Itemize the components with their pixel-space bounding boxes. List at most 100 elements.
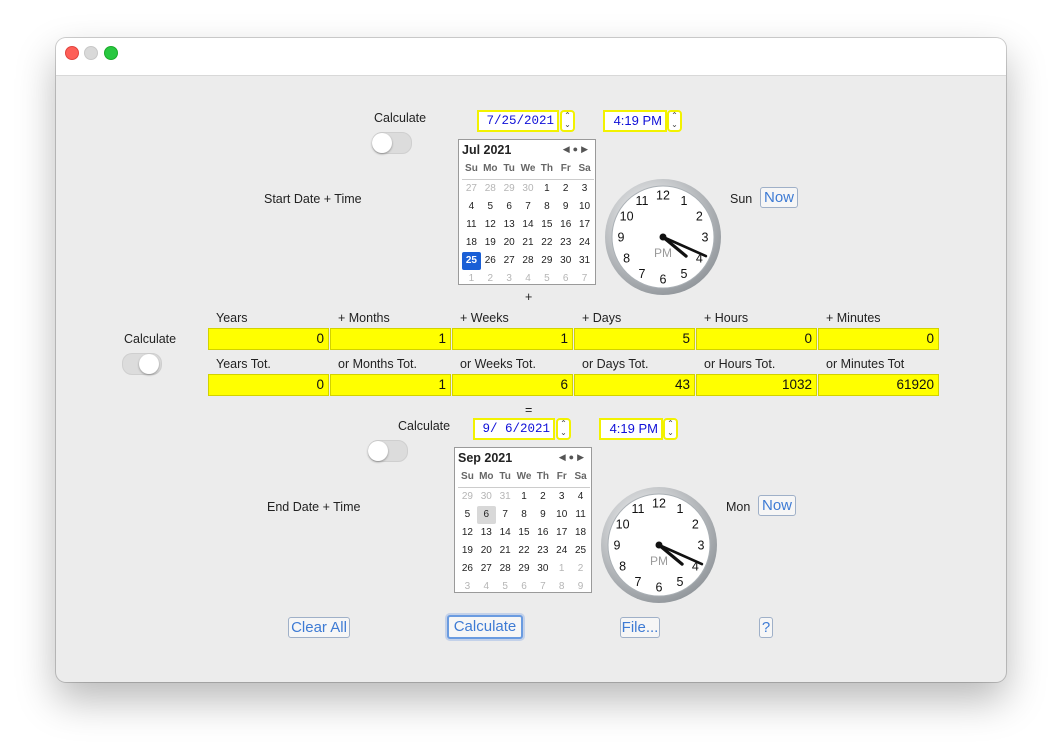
calendar-day[interactable]: 30 xyxy=(533,560,552,578)
start-now-button[interactable]: Now xyxy=(760,187,798,208)
calendar-day[interactable]: 25 xyxy=(571,542,590,560)
calendar-day[interactable]: 19 xyxy=(481,234,500,252)
end-calendar[interactable]: Sep 2021 ◀●▶ Su Mo Tu We Th Fr Sa 29 30 31 1 2 3 4 5 6… xyxy=(454,447,592,593)
calendar-day[interactable]: 1 xyxy=(537,180,556,198)
calendar-day[interactable]: 11 xyxy=(571,506,590,524)
middle-calculate-toggle[interactable] xyxy=(122,353,162,375)
end-time-field[interactable]: 4:19 PM xyxy=(599,418,663,440)
calendar-day[interactable]: 2 xyxy=(481,270,500,288)
calendar-day[interactable]: 29 xyxy=(537,252,556,270)
calendar-day[interactable]: 5 xyxy=(481,198,500,216)
duration-field[interactable]: 1 xyxy=(452,328,573,350)
total-field[interactable]: 1 xyxy=(330,374,451,396)
calendar-day[interactable]: 26 xyxy=(481,252,500,270)
total-field[interactable]: 61920 xyxy=(818,374,939,396)
minimize-window-button[interactable] xyxy=(84,46,98,60)
calendar-day[interactable]: 22 xyxy=(537,234,556,252)
calendar-day[interactable]: 31 xyxy=(496,488,515,506)
file-button[interactable]: File... xyxy=(620,617,660,638)
calendar-day[interactable]: 20 xyxy=(477,542,496,560)
calendar-day[interactable]: 28 xyxy=(496,560,515,578)
clear-all-button[interactable]: Clear All xyxy=(288,617,350,638)
calendar-day[interactable]: 5 xyxy=(458,506,477,524)
duration-field[interactable]: 0 xyxy=(208,328,329,350)
help-button[interactable]: ? xyxy=(759,617,773,638)
calendar-day[interactable]: 3 xyxy=(575,180,594,198)
calendar-day[interactable]: 3 xyxy=(500,270,519,288)
calendar-day[interactable]: 7 xyxy=(519,198,538,216)
calendar-day[interactable]: 28 xyxy=(481,180,500,198)
calendar-day[interactable]: 13 xyxy=(477,524,496,542)
calendar-day[interactable]: 27 xyxy=(477,560,496,578)
calculate-button[interactable]: Calculate xyxy=(447,615,523,639)
calendar-day[interactable]: 18 xyxy=(462,234,481,252)
calendar-day[interactable]: 1 xyxy=(515,488,534,506)
calendar-day[interactable]: 7 xyxy=(575,270,594,288)
start-time-field[interactable]: 4:19 PM xyxy=(603,110,667,132)
calendar-day[interactable]: 6 xyxy=(515,578,534,596)
calendar-day[interactable]: 15 xyxy=(515,524,534,542)
calendar-day[interactable]: 30 xyxy=(556,252,575,270)
calendar-day[interactable]: 15 xyxy=(537,216,556,234)
duration-field[interactable]: 5 xyxy=(574,328,695,350)
calendar-day[interactable]: 27 xyxy=(462,180,481,198)
duration-field[interactable]: 0 xyxy=(696,328,817,350)
calendar-day[interactable]: 29 xyxy=(500,180,519,198)
calendar-day[interactable]: 30 xyxy=(519,180,538,198)
end-calculate-toggle[interactable] xyxy=(368,440,408,462)
start-calculate-toggle[interactable] xyxy=(372,132,412,154)
calendar-day[interactable]: 1 xyxy=(552,560,571,578)
calendar-day[interactable]: 31 xyxy=(575,252,594,270)
end-now-button[interactable]: Now xyxy=(758,495,796,516)
start-calendar-nav[interactable]: ◀●▶ xyxy=(563,144,591,155)
end-time-stepper[interactable]: ⌃ ⌄ xyxy=(663,418,678,440)
calendar-day[interactable]: 3 xyxy=(552,488,571,506)
calendar-day[interactable]: 17 xyxy=(575,216,594,234)
calendar-day[interactable]: 9 xyxy=(556,198,575,216)
calendar-day[interactable]: 29 xyxy=(515,560,534,578)
calendar-day[interactable]: 11 xyxy=(462,216,481,234)
calendar-day[interactable]: 4 xyxy=(519,270,538,288)
calendar-day[interactable]: 6 xyxy=(500,198,519,216)
calendar-day[interactable]: 6 xyxy=(556,270,575,288)
calendar-day[interactable]: 24 xyxy=(552,542,571,560)
total-field[interactable]: 43 xyxy=(574,374,695,396)
calendar-day[interactable]: 4 xyxy=(571,488,590,506)
calendar-day[interactable]: 14 xyxy=(519,216,538,234)
calendar-day[interactable]: 12 xyxy=(481,216,500,234)
calendar-day[interactable]: 13 xyxy=(500,216,519,234)
end-date-field[interactable]: 9/ 6/2021 xyxy=(473,418,555,440)
calendar-day[interactable]: 23 xyxy=(533,542,552,560)
end-date-stepper[interactable]: ⌃ ⌄ xyxy=(556,418,571,440)
calendar-day[interactable]: 2 xyxy=(556,180,575,198)
calendar-day[interactable]: 17 xyxy=(552,524,571,542)
start-calendar[interactable]: Jul 2021 ◀●▶ Su Mo Tu We Th Fr Sa 27 28 29 30 1 2 3 4… xyxy=(458,139,596,285)
calendar-day[interactable]: 20 xyxy=(500,234,519,252)
start-time-stepper[interactable]: ⌃ ⌄ xyxy=(667,110,682,132)
calendar-day[interactable]: 19 xyxy=(458,542,477,560)
calendar-day[interactable]: 3 xyxy=(458,578,477,596)
start-calendar-days[interactable]: 27 28 29 30 1 2 3 4 5 6 7 8 9 10 11 12 13 14 15 16 17 18 19 20 2… xyxy=(462,180,594,288)
calendar-day[interactable]: 10 xyxy=(575,198,594,216)
calendar-day[interactable]: 21 xyxy=(496,542,515,560)
calendar-day[interactable]: 4 xyxy=(477,578,496,596)
calendar-day[interactable]: 2 xyxy=(571,560,590,578)
calendar-day[interactable]: 22 xyxy=(515,542,534,560)
calendar-day[interactable]: 8 xyxy=(552,578,571,596)
calendar-day[interactable]: 9 xyxy=(533,506,552,524)
calendar-day[interactable]: 7 xyxy=(496,506,515,524)
duration-field[interactable]: 1 xyxy=(330,328,451,350)
calendar-day[interactable]: 16 xyxy=(556,216,575,234)
calendar-day[interactable]: 27 xyxy=(500,252,519,270)
total-field[interactable]: 1032 xyxy=(696,374,817,396)
calendar-day[interactable]: 14 xyxy=(496,524,515,542)
calendar-day[interactable]: 5 xyxy=(537,270,556,288)
start-date-stepper[interactable]: ⌃ ⌄ xyxy=(560,110,575,132)
zoom-window-button[interactable] xyxy=(104,46,118,60)
calendar-day[interactable]: 29 xyxy=(458,488,477,506)
calendar-day[interactable]: 24 xyxy=(575,234,594,252)
total-field[interactable]: 0 xyxy=(208,374,329,396)
calendar-day[interactable]: 8 xyxy=(515,506,534,524)
calendar-day[interactable]: 2 xyxy=(533,488,552,506)
start-date-field[interactable]: 7/25/2021 xyxy=(477,110,559,132)
